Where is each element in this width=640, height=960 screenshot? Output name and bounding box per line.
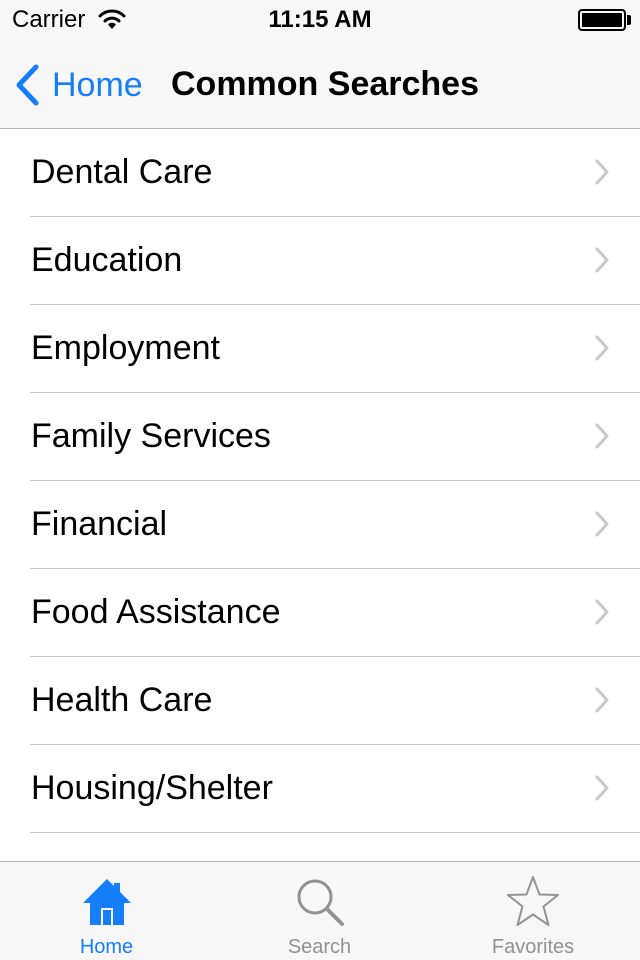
navigation-bar: Home Common Searches: [0, 40, 640, 129]
list-item[interactable]: Financial: [0, 481, 640, 569]
list-item-label: Education: [31, 241, 183, 279]
chevron-right-icon: [595, 599, 609, 625]
chevron-right-icon: [595, 511, 609, 537]
list-item[interactable]: Health Care: [0, 657, 640, 745]
tab-home[interactable]: Home: [0, 862, 213, 960]
list-item-label: Employment: [31, 329, 220, 367]
house-icon: [82, 879, 131, 925]
list-item-label: Dental Care: [31, 153, 213, 191]
tab-bar: Home Search Favorites: [0, 861, 640, 960]
chevron-right-icon: [595, 687, 609, 713]
chevron-right-icon: [595, 335, 609, 361]
back-button-label: Home: [52, 66, 143, 104]
list-item[interactable]: Dental Care: [0, 129, 640, 217]
chevron-left-icon: [16, 64, 39, 106]
list-item-label: Family Services: [31, 417, 271, 455]
list-item-label: Food Assistance: [31, 593, 281, 631]
tab-label: Home: [79, 936, 134, 958]
list-item[interactable]: Employment: [0, 305, 640, 393]
tab-favorites[interactable]: Favorites: [426, 862, 640, 960]
status-time: 11:15 AM: [268, 6, 372, 33]
back-button[interactable]: Home: [14, 62, 143, 108]
list-item[interactable]: [0, 833, 640, 861]
status-bar: Carrier 11:15 AM: [0, 0, 640, 40]
list-item[interactable]: Housing/Shelter: [0, 745, 640, 833]
chevron-right-icon: [595, 247, 609, 273]
battery-icon: [578, 9, 632, 31]
chevron-right-icon: [595, 159, 609, 185]
search-category-list: Dental Care Education Employment Family …: [0, 129, 640, 861]
tab-label: Search: [287, 936, 352, 958]
list-item-label: Health Care: [31, 681, 213, 719]
page-title: Common Searches: [171, 65, 479, 103]
chevron-right-icon: [595, 423, 609, 449]
list-item[interactable]: Family Services: [0, 393, 640, 481]
list-item-label: Housing/Shelter: [31, 769, 273, 807]
star-icon: [507, 876, 559, 926]
chevron-right-icon: [595, 775, 609, 801]
list-item[interactable]: Food Assistance: [0, 569, 640, 657]
list-item[interactable]: Education: [0, 217, 640, 305]
tab-label: Favorites: [491, 936, 575, 958]
tab-search[interactable]: Search: [213, 862, 426, 960]
magnifier-icon: [297, 879, 344, 926]
list-item-label: Financial: [31, 505, 168, 543]
